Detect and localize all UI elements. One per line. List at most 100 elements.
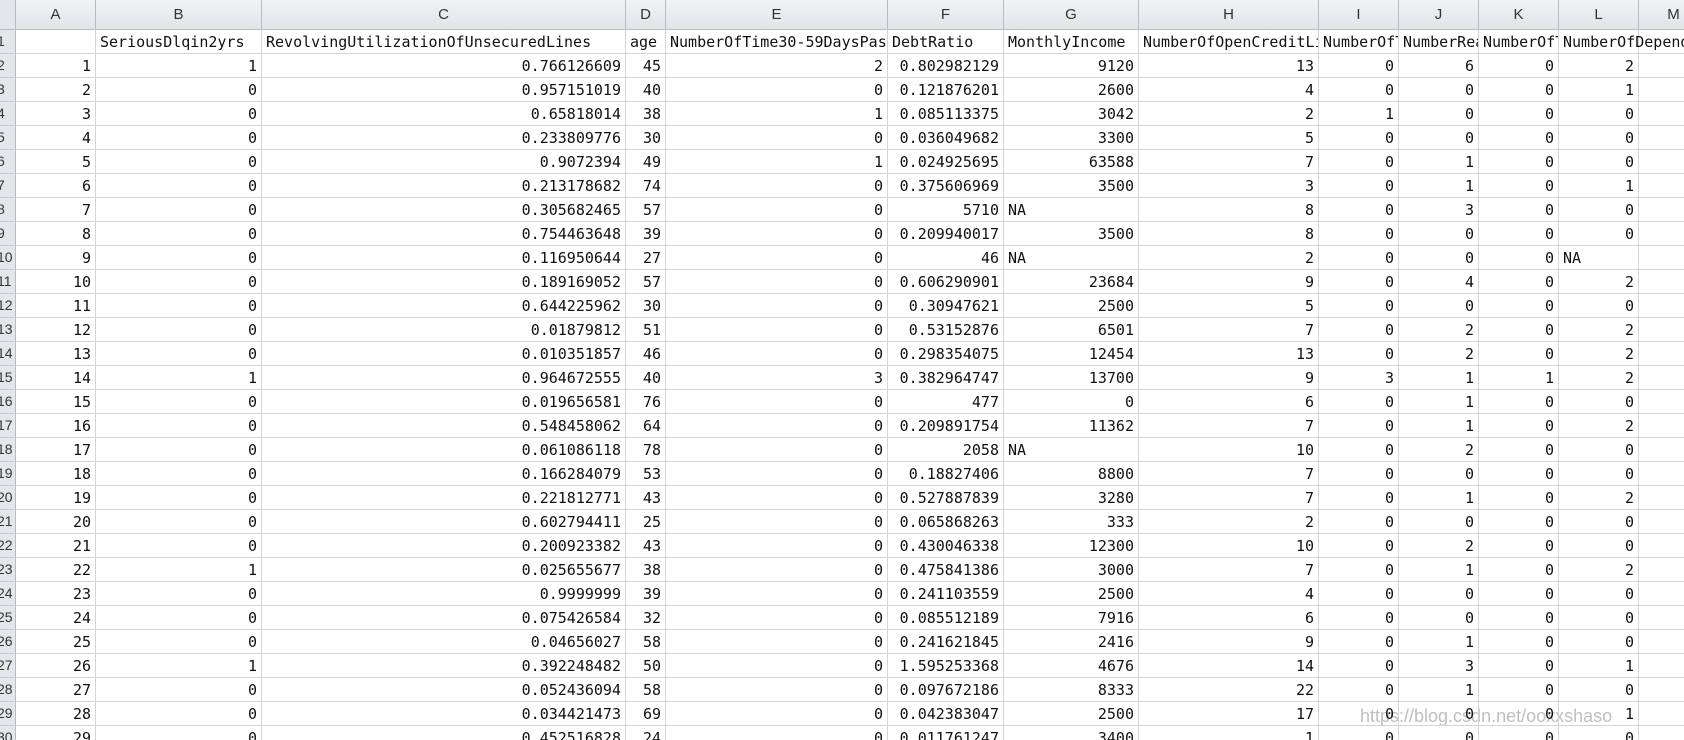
data-cell[interactable]: 0 xyxy=(96,198,262,222)
data-cell[interactable]: 0 xyxy=(1399,78,1479,102)
data-cell[interactable]: 46 xyxy=(626,342,666,366)
data-cell[interactable]: 21 xyxy=(16,534,96,558)
data-cell[interactable]: 1 xyxy=(1399,150,1479,174)
row-header[interactable]: 27 xyxy=(0,654,16,678)
data-cell[interactable]: 3500 xyxy=(1004,222,1139,246)
data-cell[interactable]: 0 xyxy=(1399,582,1479,606)
data-cell[interactable]: 2 xyxy=(1399,318,1479,342)
data-cell[interactable] xyxy=(1639,534,1684,558)
data-cell[interactable]: 0 xyxy=(1479,342,1559,366)
column-header-d[interactable]: D xyxy=(626,0,666,30)
data-cell[interactable]: 64 xyxy=(626,414,666,438)
data-cell[interactable]: 0 xyxy=(1559,534,1639,558)
data-cell[interactable]: 7 xyxy=(1139,462,1319,486)
data-cell[interactable]: 0.18827406 xyxy=(888,462,1004,486)
data-cell[interactable]: 0.9999999 xyxy=(262,582,626,606)
data-cell[interactable]: 0 xyxy=(666,174,888,198)
data-cell[interactable]: 25 xyxy=(16,630,96,654)
data-cell[interactable]: 0 xyxy=(1479,78,1559,102)
data-cell[interactable]: 0 xyxy=(1559,462,1639,486)
data-cell[interactable]: 0 xyxy=(1479,102,1559,126)
column-header-a[interactable]: A xyxy=(16,0,96,30)
data-cell[interactable]: 0.65818014 xyxy=(262,102,626,126)
data-cell[interactable]: 0 xyxy=(1319,318,1399,342)
data-cell[interactable]: 0 xyxy=(96,174,262,198)
data-cell[interactable]: 43 xyxy=(626,534,666,558)
data-cell[interactable]: 0 xyxy=(96,606,262,630)
data-cell[interactable]: 0 xyxy=(1479,510,1559,534)
data-cell[interactable]: 8333 xyxy=(1004,678,1139,702)
column-header-e[interactable]: E xyxy=(666,0,888,30)
row-header[interactable]: 23 xyxy=(0,558,16,582)
data-cell[interactable]: 3300 xyxy=(1004,126,1139,150)
column-header-b[interactable]: B xyxy=(96,0,262,30)
data-cell[interactable]: 0 xyxy=(1559,222,1639,246)
data-cell[interactable]: 0.209891754 xyxy=(888,414,1004,438)
data-cell[interactable]: 51 xyxy=(626,318,666,342)
data-cell[interactable]: 2600 xyxy=(1004,78,1139,102)
data-cell[interactable]: 27 xyxy=(626,246,666,270)
data-cell[interactable]: 333 xyxy=(1004,510,1139,534)
data-cell[interactable]: 0 xyxy=(666,582,888,606)
row-header[interactable]: 11 xyxy=(0,270,16,294)
data-cell[interactable]: 3280 xyxy=(1004,486,1139,510)
row-header[interactable]: 26 xyxy=(0,630,16,654)
column-header-j[interactable]: J xyxy=(1399,0,1479,30)
data-cell[interactable]: 0 xyxy=(96,462,262,486)
data-cell[interactable]: 0 xyxy=(1319,702,1399,726)
data-cell[interactable]: 18 xyxy=(16,462,96,486)
data-cell[interactable]: 6501 xyxy=(1004,318,1139,342)
data-cell[interactable]: 0 xyxy=(666,198,888,222)
data-cell[interactable]: 0 xyxy=(96,390,262,414)
data-cell[interactable]: 0 xyxy=(1559,150,1639,174)
data-cell[interactable]: 0 xyxy=(1479,246,1559,270)
data-cell[interactable]: 3 xyxy=(666,366,888,390)
data-cell[interactable]: 0 xyxy=(1479,198,1559,222)
data-cell[interactable]: 0 xyxy=(1399,726,1479,740)
data-cell[interactable] xyxy=(1639,558,1684,582)
data-cell[interactable]: 13 xyxy=(16,342,96,366)
data-cell[interactable]: 2 xyxy=(1559,558,1639,582)
data-cell[interactable]: 0.241621845 xyxy=(888,630,1004,654)
data-cell[interactable]: 0 xyxy=(666,462,888,486)
data-cell[interactable]: 0 xyxy=(1319,534,1399,558)
data-cell[interactable]: 0 xyxy=(1399,462,1479,486)
data-cell[interactable]: 4 xyxy=(1139,582,1319,606)
data-cell[interactable]: 0.527887839 xyxy=(888,486,1004,510)
data-cell[interactable]: 58 xyxy=(626,678,666,702)
row-header[interactable]: 17 xyxy=(0,414,16,438)
data-cell[interactable]: 1 xyxy=(1399,630,1479,654)
data-cell[interactable]: 0 xyxy=(1319,150,1399,174)
data-cell[interactable]: 0 xyxy=(1479,318,1559,342)
data-cell[interactable] xyxy=(1639,438,1684,462)
data-cell[interactable]: 0 xyxy=(1319,654,1399,678)
data-cell[interactable]: 0.085113375 xyxy=(888,102,1004,126)
data-cell[interactable]: 1 xyxy=(1399,558,1479,582)
data-cell[interactable]: 0 xyxy=(1479,126,1559,150)
data-cell[interactable]: 0.452516828 xyxy=(262,726,626,740)
data-cell[interactable] xyxy=(1639,678,1684,702)
header-cell[interactable]: RevolvingUtilizationOfUnsecuredLines xyxy=(262,30,626,54)
data-cell[interactable] xyxy=(1639,510,1684,534)
data-cell[interactable]: 17 xyxy=(16,438,96,462)
data-cell[interactable]: 0.53152876 xyxy=(888,318,1004,342)
data-cell[interactable]: 15 xyxy=(16,390,96,414)
data-cell[interactable]: 2 xyxy=(1399,342,1479,366)
data-cell[interactable]: 0 xyxy=(96,510,262,534)
data-cell[interactable]: 0 xyxy=(96,150,262,174)
data-cell[interactable]: 0 xyxy=(1559,126,1639,150)
data-cell[interactable]: 0 xyxy=(1319,198,1399,222)
data-cell[interactable]: 0 xyxy=(1479,630,1559,654)
data-cell[interactable]: 0 xyxy=(1559,390,1639,414)
data-cell[interactable] xyxy=(1639,102,1684,126)
data-cell[interactable]: 0 xyxy=(1399,510,1479,534)
data-cell[interactable] xyxy=(1639,366,1684,390)
data-cell[interactable]: 0 xyxy=(96,630,262,654)
data-cell[interactable]: NA xyxy=(1559,246,1639,270)
data-cell[interactable] xyxy=(1639,726,1684,740)
data-cell[interactable]: 0 xyxy=(666,678,888,702)
data-cell[interactable]: 6 xyxy=(1139,390,1319,414)
data-cell[interactable]: 24 xyxy=(626,726,666,740)
data-cell[interactable]: 2058 xyxy=(888,438,1004,462)
header-cell[interactable]: NumberOfTimes90DaysLate xyxy=(1319,30,1399,54)
